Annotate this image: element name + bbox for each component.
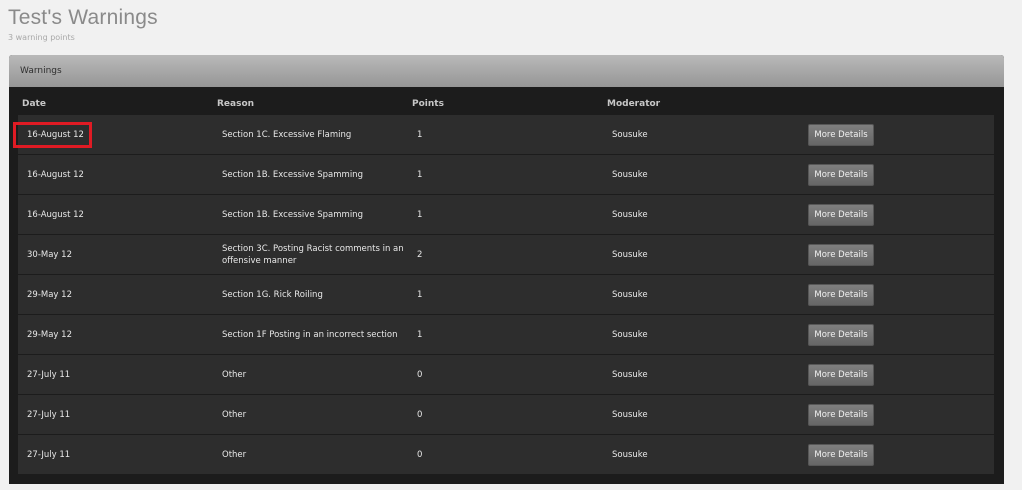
more-details-button[interactable]: More Details [808,323,874,346]
row-date: 16-August 12 [27,129,84,140]
more-details-button[interactable]: More Details [808,123,874,146]
more-details-button[interactable]: More Details [808,443,874,466]
row-moderator: Sousuke [612,369,648,380]
more-details-button[interactable]: More Details [808,283,874,306]
row-reason: Other [222,449,247,460]
column-header-points: Points [412,99,444,109]
more-details-button[interactable]: More Details [808,403,874,426]
warnings-panel: Warnings Date Reason Points Moderator 16… [9,55,1004,484]
more-details-button[interactable]: More Details [808,243,874,266]
table-row: 27-July 11 Other 0 Sousuke More Details [18,395,994,435]
row-points: 1 [417,209,423,220]
column-header-moderator: Moderator [607,99,661,109]
row-points: 1 [417,289,423,300]
row-points: 0 [417,409,423,420]
table-row: 29-May 12 Section 1F Posting in an incorr… [18,315,994,355]
row-reason: Other [222,409,247,420]
row-date: 27-July 11 [27,369,71,380]
row-moderator: Sousuke [612,289,648,300]
table-row: 16-August 12 Section 1C. Excessive Flamin… [13,115,994,155]
row-moderator: Sousuke [612,129,648,140]
table-body: 16-August 12 Section 1C. Excessive Flamin… [13,115,994,475]
column-header-date: Date [22,99,46,109]
table-row: 30-May 12 Section 3C. Posting Racist comm… [18,235,994,275]
more-details-button[interactable]: More Details [808,163,874,186]
row-reason: Section 3C. Posting Racist comments in a… [222,243,404,266]
row-points: 1 [417,129,423,140]
more-details-button[interactable]: More Details [808,363,874,386]
row-date: 16-August 12 [27,209,84,220]
row-reason: Section 1B. Excessive Spamming [222,169,363,180]
table-header: Date Reason Points Moderator [18,97,994,115]
table-row: 27-July 11 Other 0 Sousuke More Details [18,435,994,475]
warnings-table: Date Reason Points Moderator 16-August 1… [13,97,994,475]
row-points: 1 [417,329,423,340]
row-reason: Section 1G. Rick Roiling [222,289,323,300]
more-details-button[interactable]: More Details [808,203,874,226]
table-row: 16-August 12 Section 1B. Excessive Spammi… [18,155,994,195]
row-date: 27-July 11 [27,409,71,420]
table-row: 16-August 12 Section 1B. Excessive Spammi… [18,195,994,235]
table-row: 27-July 11 Other 0 Sousuke More Details [18,355,994,395]
row-moderator: Sousuke [612,209,648,220]
row-reason: Section 1B. Excessive Spamming [222,209,363,220]
row-date: 16-August 12 [27,169,84,180]
row-moderator: Sousuke [612,249,648,260]
row-date: 30-May 12 [27,249,72,260]
row-moderator: Sousuke [612,449,648,460]
table-row: 29-May 12 Section 1G. Rick Roiling 1 Sousuk… [18,275,994,315]
row-date: 29-May 12 [27,289,72,300]
row-reason: Section 1F Posting in an incorrect secti… [222,329,398,340]
row-points: 0 [417,369,423,380]
page-title: Test's Warnings [8,6,158,29]
row-moderator: Sousuke [612,169,648,180]
row-points: 0 [417,449,423,460]
row-date: 27-July 11 [27,449,71,460]
row-moderator: Sousuke [612,329,648,340]
row-points: 1 [417,169,423,180]
row-reason: Other [222,369,247,380]
row-date: 29-May 12 [27,329,72,340]
row-points: 2 [417,249,423,260]
warning-points-summary: 3 warning points [8,33,75,42]
column-header-reason: Reason [217,99,255,109]
warnings-panel-header: Warnings [9,55,1004,87]
row-moderator: Sousuke [612,409,648,420]
row-reason: Section 1C. Excessive Flaming [222,129,352,140]
